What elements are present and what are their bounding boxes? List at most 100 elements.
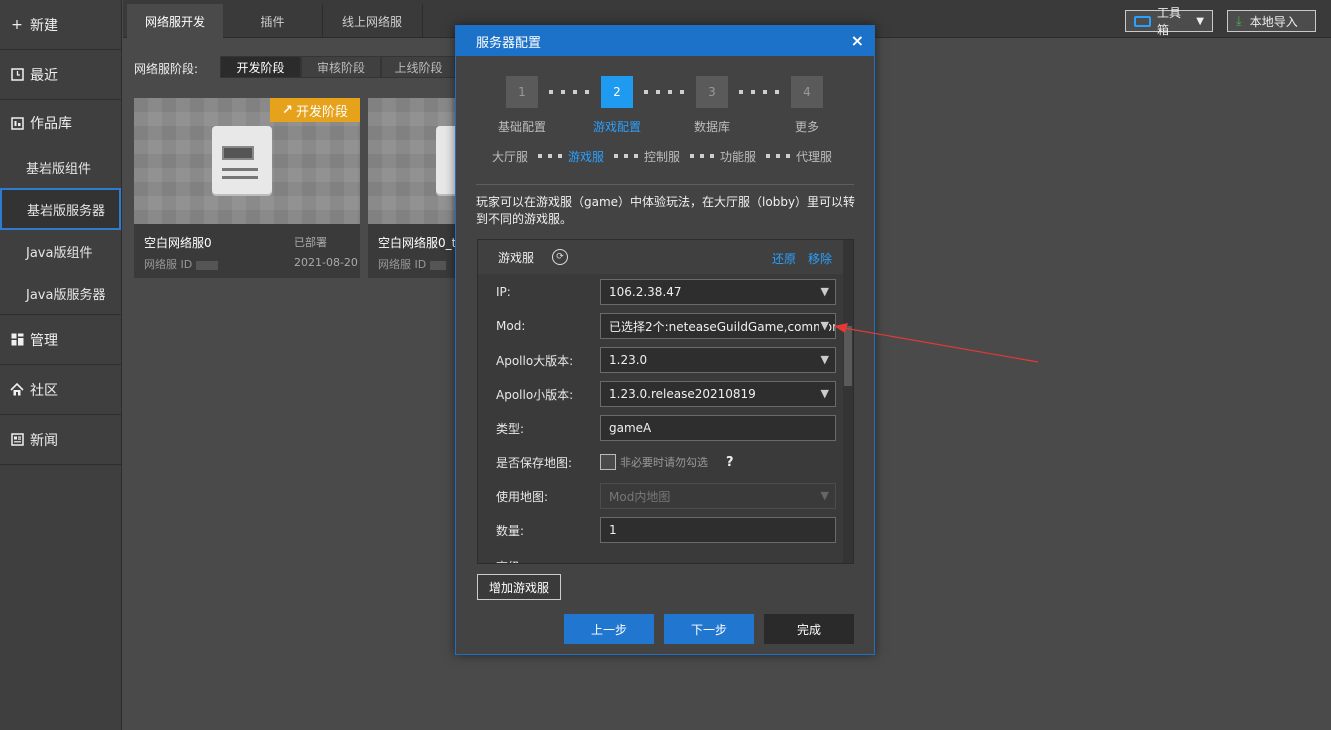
card-date: 2021-08-20 (294, 256, 358, 269)
dropdown-arrow-icon: ▼ (820, 353, 829, 366)
mod-select[interactable]: 已选择2个:neteaseGuildGame,common ▼ (600, 313, 836, 339)
stage-online-button[interactable]: 上线阶段 (381, 56, 456, 78)
next-button[interactable]: 下一步 (664, 614, 754, 644)
ip-label: IP: (496, 285, 511, 299)
game-server-description: 玩家可以在游戏服（game）中体验玩法，在大厅服（lobby）里可以转到不同的游… (476, 195, 856, 226)
stage-badge: ↗ 开发阶段 (270, 98, 360, 122)
step-database[interactable]: 3 (696, 76, 728, 108)
server-card[interactable]: ↗ 开发阶段 空白网络服0 已部署 网络服 ID 2021-08-20 (134, 98, 360, 278)
sidebar-group-works: 作品库 基岩版组件 基岩版服务器 Java版组件 Java版服务器 (0, 100, 121, 315)
sidebar-item-java-component[interactable]: Java版组件 (0, 230, 121, 272)
server-icon (212, 126, 272, 194)
panel-scrollbar[interactable] (843, 240, 853, 563)
toolbox-button[interactable]: 工具箱 ▼ (1125, 6, 1213, 37)
card-server-id: 网络服 ID (378, 256, 446, 272)
apollo-major-select[interactable]: 1.23.0 ▼ (600, 347, 836, 373)
remove-link[interactable]: 移除 (808, 250, 832, 267)
dialog-title: 服务器配置 (476, 35, 542, 51)
panel-title: 游戏服 (498, 250, 535, 265)
substep-connector (766, 154, 790, 158)
restore-link[interactable]: 还原 (772, 250, 796, 267)
save-map-hint: 非必要时请勿勾选 (620, 456, 708, 469)
scrollbar-thumb[interactable] (844, 326, 852, 386)
chevron-down-icon: ▼ (1196, 15, 1204, 27)
stage-dev-button[interactable]: 开发阶段 (220, 56, 301, 78)
sidebar-item-java-server[interactable]: Java版服务器 (0, 272, 121, 314)
step-more[interactable]: 4 (791, 76, 823, 108)
tab-online-server[interactable]: 线上网络服 (322, 4, 422, 38)
divider (476, 184, 854, 185)
sidebar-item-label: 管理 (30, 332, 58, 349)
library-icon (10, 116, 24, 130)
step-label-game: 游戏配置 (592, 120, 641, 134)
sidebar-item-manage[interactable]: 管理 (0, 315, 121, 365)
server-config-dialog: 服务器配置 × 1 2 3 4 基础配置 游戏配置 数据库 更多 大厅服 游戏服… (455, 25, 875, 655)
sidebar-item-recent[interactable]: 最近 (0, 50, 121, 100)
apollo-minor-select[interactable]: 1.23.0.release20210819 ▼ (600, 381, 836, 407)
substep-lobby[interactable]: 大厅服 (492, 148, 528, 165)
stage-badge-label: 开发阶段 (295, 104, 348, 120)
step-connector (549, 90, 589, 94)
apollo-major-row: Apollo大版本: 1.23.0 ▼ (496, 347, 836, 373)
substep-game[interactable]: 游戏服 (568, 148, 604, 165)
tab-plugins[interactable]: 插件 (223, 4, 322, 38)
substep-connector (690, 154, 714, 158)
substep-control[interactable]: 控制服 (644, 148, 680, 165)
card-status: 已部署 (294, 236, 327, 249)
dropdown-arrow-icon: ▼ (820, 387, 829, 400)
newspaper-icon (10, 433, 24, 447)
step-basic[interactable]: 1 (506, 76, 538, 108)
step-game[interactable]: 2 (601, 76, 633, 108)
dropdown-arrow-icon: ▼ (820, 489, 829, 502)
toolbox-icon (1134, 15, 1151, 27)
advanced-row[interactable]: 高级 (496, 553, 520, 564)
arrow-up-right-icon: ↗ (282, 102, 293, 118)
sidebar-item-label: 新建 (30, 17, 58, 34)
sidebar-item-label: 社区 (30, 382, 58, 399)
home-icon (10, 383, 24, 397)
dialog-header: 服务器配置 × (456, 26, 874, 56)
local-import-label: 本地导入 (1249, 14, 1298, 29)
ip-select[interactable]: 106.2.38.47 ▼ (600, 279, 836, 305)
count-input[interactable]: 1 (600, 517, 836, 543)
server-card[interactable]: 空白网络服0_t 网络服 ID (368, 98, 458, 278)
type-row: 类型: gameA (496, 415, 836, 441)
substep-connector (614, 154, 638, 158)
sidebar-item-bedrock-server[interactable]: 基岩版服务器 (0, 188, 121, 230)
apollo-major-label: Apollo大版本: (496, 353, 574, 368)
local-import-button[interactable]: ⤓ 本地导入 (1227, 10, 1316, 32)
substep-function[interactable]: 功能服 (720, 148, 756, 165)
sidebar-item-works[interactable]: 作品库 (0, 100, 121, 146)
sidebar-item-new[interactable]: + 新建 (0, 0, 121, 50)
refresh-icon[interactable]: ⟳ (552, 249, 569, 265)
save-map-checkbox[interactable] (600, 454, 616, 470)
sidebar-item-news[interactable]: 新闻 (0, 415, 121, 465)
help-icon[interactable]: ? (726, 455, 734, 470)
stage-review-button[interactable]: 审核阶段 (301, 56, 381, 78)
clock-icon (10, 68, 24, 82)
finish-button[interactable]: 完成 (764, 614, 854, 644)
tab-network-dev[interactable]: 网络服开发 (127, 4, 223, 38)
use-map-label: 使用地图: (496, 489, 549, 504)
dropdown-arrow-icon: ▼ (818, 319, 829, 332)
dropdown-arrow-icon: ▼ (820, 285, 829, 298)
sidebar-item-label: 作品库 (30, 116, 72, 132)
tab-separator (422, 4, 423, 38)
prev-button[interactable]: 上一步 (564, 614, 654, 644)
save-map-row: 是否保存地图: 非必要时请勿勾选 ? (496, 449, 734, 475)
step-connector (644, 90, 684, 94)
download-icon: ⤓ (1236, 13, 1242, 29)
stage-label: 网络服阶段: (134, 62, 199, 76)
plus-icon: + (11, 16, 23, 33)
toolbox-label: 工具箱 (1156, 6, 1181, 37)
sidebar-item-community[interactable]: 社区 (0, 365, 121, 415)
substep-proxy[interactable]: 代理服 (796, 148, 832, 165)
add-game-server-button[interactable]: 增加游戏服 (477, 574, 561, 600)
ip-row: IP: 106.2.38.47 ▼ (496, 279, 836, 305)
card-server-id: 网络服 ID (144, 256, 218, 272)
mod-label: Mod: (496, 319, 526, 333)
sidebar-item-bedrock-component[interactable]: 基岩版组件 (0, 146, 121, 188)
type-input[interactable]: gameA (600, 415, 836, 441)
step-connector (739, 90, 779, 94)
close-icon[interactable]: × (851, 31, 864, 50)
